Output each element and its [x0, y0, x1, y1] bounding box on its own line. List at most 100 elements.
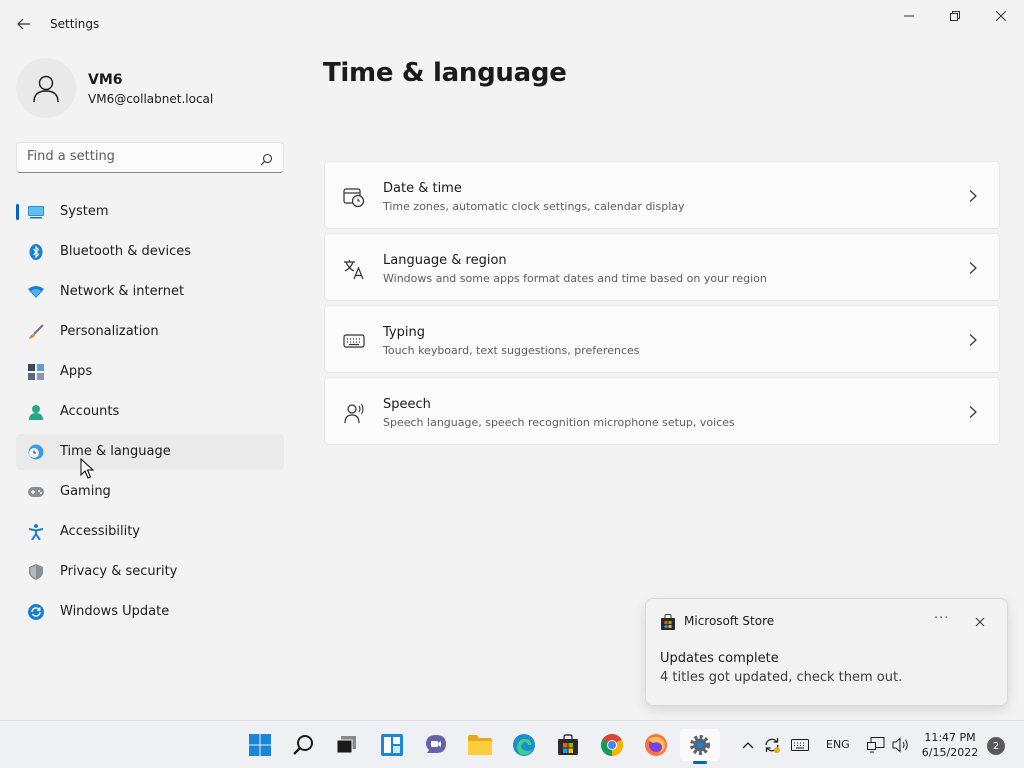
chevron-up-icon: [742, 742, 754, 749]
notification-count-badge[interactable]: 2: [987, 737, 1005, 755]
card-title: Typing: [383, 325, 425, 340]
sidebar-item-system[interactable]: System: [16, 194, 284, 230]
taskbar-clock[interactable]: 11:47 PM 6/15/2022: [918, 730, 982, 760]
card-speech[interactable]: Speech Speech language, speech recogniti…: [324, 377, 1000, 445]
sidebar-item-accounts[interactable]: Accounts: [16, 394, 284, 430]
minimize-button[interactable]: [886, 0, 932, 32]
search-box[interactable]: [16, 142, 284, 173]
chevron-right-icon: [967, 260, 979, 274]
card-date-time[interactable]: Date & time Time zones, automatic clock …: [324, 161, 1000, 229]
search-icon[interactable]: [260, 151, 273, 170]
avatar: [16, 58, 76, 118]
minimize-icon: [904, 15, 914, 17]
sidebar-nav: System Bluetooth & devices Network & int…: [16, 194, 284, 634]
card-typing[interactable]: Typing Touch keyboard, text suggestions,…: [324, 305, 1000, 373]
sidebar-item-privacy[interactable]: Privacy & security: [16, 554, 284, 590]
card-subtitle: Windows and some apps format dates and t…: [383, 272, 767, 285]
edge-button[interactable]: [504, 729, 544, 761]
close-icon: [996, 11, 1006, 21]
sidebar-item-personalization[interactable]: Personalization: [16, 314, 284, 350]
touch-keyboard-tray-button[interactable]: [790, 733, 810, 757]
language-icon: [343, 258, 365, 280]
card-language-region[interactable]: Language & region Windows and some apps …: [324, 233, 1000, 301]
card-title: Date & time: [383, 181, 462, 196]
sidebar-item-label: System: [60, 204, 109, 219]
toast-more-button[interactable]: ···: [934, 611, 949, 626]
windows-logo-icon: [249, 734, 271, 756]
sidebar-item-label: Accessibility: [60, 524, 140, 539]
sidebar-item-label: Gaming: [60, 484, 111, 499]
task-view-button[interactable]: [326, 729, 366, 761]
chevron-right-icon: [967, 404, 979, 418]
back-arrow-icon: [17, 18, 30, 30]
sidebar-item-label: Windows Update: [60, 604, 170, 619]
network-tray-icon[interactable]: [866, 733, 886, 757]
gear-icon: [690, 735, 710, 755]
gamepad-icon: [28, 484, 44, 500]
notification-toast[interactable]: Microsoft Store ··· Updates complete 4 t…: [645, 598, 1008, 706]
chevron-right-icon: [967, 188, 979, 202]
window-title: Settings: [50, 17, 100, 31]
widgets-icon: [381, 734, 403, 756]
teams-chat-button[interactable]: [416, 729, 456, 761]
show-hidden-icons-button[interactable]: [738, 733, 758, 757]
brush-icon: [28, 324, 44, 340]
firefox-button[interactable]: [636, 729, 676, 761]
user-icon: [33, 75, 59, 103]
sidebar-item-accessibility[interactable]: Accessibility: [16, 514, 284, 550]
sidebar-item-gaming[interactable]: Gaming: [16, 474, 284, 510]
restore-icon: [950, 11, 960, 21]
sidebar-item-network[interactable]: Network & internet: [16, 274, 284, 310]
sidebar-item-bluetooth[interactable]: Bluetooth & devices: [16, 234, 284, 270]
user-name: VM6: [88, 72, 123, 88]
clock-time: 11:47 PM: [924, 731, 976, 744]
title-bar: Settings: [0, 0, 1024, 48]
maximize-button[interactable]: [932, 0, 978, 32]
bluetooth-icon: [28, 244, 44, 260]
back-button[interactable]: [14, 14, 34, 34]
sidebar-item-label: Network & internet: [60, 284, 185, 299]
settings-window: Settings VM6 VM6@collabnet.local System: [0, 0, 1024, 720]
start-button[interactable]: [240, 729, 280, 761]
search-input[interactable]: [27, 149, 247, 164]
microsoft-store-button[interactable]: [548, 729, 588, 761]
volume-tray-icon[interactable]: [890, 733, 912, 757]
accessibility-icon: [28, 524, 44, 540]
shield-icon: [28, 564, 44, 580]
settings-taskbar-button[interactable]: [680, 729, 720, 764]
sidebar-item-apps[interactable]: Apps: [16, 354, 284, 390]
input-language-indicator[interactable]: ENG: [826, 738, 850, 751]
sidebar-item-windows-update[interactable]: Windows Update: [16, 594, 284, 630]
sidebar-item-time-language[interactable]: Time & language: [16, 434, 284, 470]
network-icon: [867, 737, 885, 753]
card-subtitle: Speech language, speech recognition micr…: [383, 416, 735, 429]
mouse-cursor-icon: [80, 458, 94, 479]
sync-tray-icon[interactable]: [762, 733, 782, 757]
store-icon: [660, 614, 676, 630]
close-icon: [975, 617, 985, 627]
toast-close-button[interactable]: [974, 613, 988, 627]
file-explorer-button[interactable]: [460, 729, 500, 761]
taskbar: ENG 11:47 PM 6/15/2022 2: [0, 720, 1024, 768]
sidebar-item-label: Accounts: [60, 404, 120, 419]
card-subtitle: Touch keyboard, text suggestions, prefer…: [383, 344, 640, 357]
volume-icon: [892, 737, 908, 753]
chrome-button[interactable]: [592, 729, 632, 761]
close-button[interactable]: [978, 0, 1024, 32]
time-language-icon: [28, 444, 44, 460]
clock-date: 6/15/2022: [921, 746, 979, 759]
wifi-icon: [28, 284, 44, 300]
sidebar-item-label: Personalization: [60, 324, 159, 339]
sidebar-item-label: Bluetooth & devices: [60, 244, 191, 259]
edge-icon: [513, 734, 535, 756]
card-title: Speech: [383, 397, 431, 412]
folder-icon: [468, 735, 492, 755]
keyboard-icon: [791, 739, 809, 751]
chrome-icon: [601, 734, 623, 756]
card-subtitle: Time zones, automatic clock settings, ca…: [383, 200, 685, 213]
search-icon: [293, 735, 313, 755]
widgets-button[interactable]: [372, 729, 412, 761]
update-icon: [28, 604, 44, 620]
search-taskbar-button[interactable]: [284, 729, 324, 761]
user-profile[interactable]: VM6 VM6@collabnet.local: [16, 56, 276, 120]
